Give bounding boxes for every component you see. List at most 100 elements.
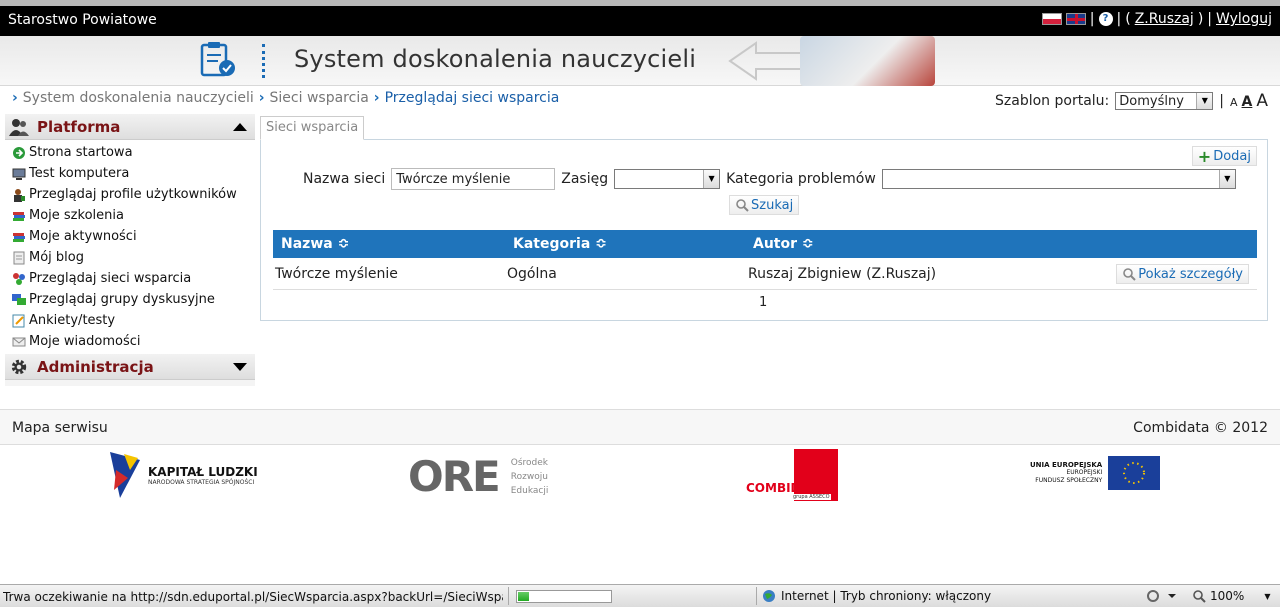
sidebar-item-label: Moje aktywności <box>29 229 137 244</box>
separator: | <box>1219 93 1224 109</box>
chevron-right-icon: › <box>373 90 380 106</box>
sidebar: Platforma Strona startowa Test komputera… <box>5 114 255 386</box>
home-icon <box>11 146 26 160</box>
sidebar-item-computer-test[interactable]: Test komputera <box>5 163 255 184</box>
banner: System doskonalenia nauczycieli <box>0 36 1280 86</box>
sidebar-item-label: Test komputera <box>29 166 130 181</box>
separator: | <box>1207 11 1212 27</box>
template-label: Szablon portalu: <box>995 93 1110 109</box>
breadcrumb-item-current: Przeglądaj sieci wsparcia <box>384 90 560 106</box>
pager-page-1[interactable]: 1 <box>759 295 767 310</box>
filters: Nazwa sieci Twórcze myślenie Zasięg ▼ Ka… <box>303 168 1236 190</box>
sidebar-item-messages[interactable]: Moje wiadomości <box>5 331 255 352</box>
show-details-button[interactable]: Pokaż szczegóły <box>1116 264 1249 284</box>
kapital-ludzki-logo: KAPITAŁ LUDZKI NARODOWA STRATEGIA SPÓJNO… <box>108 450 258 500</box>
ore-line-1: Ośrodek <box>510 457 548 468</box>
zoom-level: 100% <box>1210 589 1245 603</box>
user-profile-icon <box>11 188 26 202</box>
banner-title: System doskonalenia nauczycieli <box>294 45 697 73</box>
sort-icon: ≎ <box>595 236 607 252</box>
network-name-input[interactable]: Twórcze myślenie <box>391 168 556 190</box>
breadcrumb-item-networks[interactable]: Sieci wsparcia <box>270 90 369 106</box>
sidebar-item-surveys[interactable]: Ankiety/testy <box>5 310 255 331</box>
progress-fill <box>518 592 529 601</box>
arrow-left-icon <box>728 41 806 81</box>
table-header: Nazwa ≎ Kategoria ≎ Autor ≎ <box>273 230 1257 258</box>
logout-link[interactable]: Wyloguj <box>1216 11 1272 27</box>
font-size-small[interactable]: A <box>1230 96 1238 109</box>
protected-mode-icon[interactable] <box>1144 588 1178 607</box>
zoom-control[interactable]: 100% ▼ <box>1192 589 1270 603</box>
search-button[interactable]: Szukaj <box>729 195 800 215</box>
expand-down-icon[interactable] <box>233 363 247 371</box>
column-header-name[interactable]: Nazwa ≎ <box>281 236 349 252</box>
polish-flag-icon[interactable] <box>1041 13 1062 25</box>
column-header-author[interactable]: Autor ≎ <box>753 236 814 252</box>
tab-support-networks[interactable]: Sieci wsparcia <box>260 116 365 140</box>
sidebar-admin-title: Administracja <box>37 357 154 376</box>
globe-icon <box>763 590 775 602</box>
column-header-category[interactable]: Kategoria ≎ <box>513 236 607 252</box>
template-selected: Domyślny <box>1119 93 1184 109</box>
ore-logo-text: ORE <box>408 452 501 501</box>
breadcrumb-item-home[interactable]: System doskonalenia nauczycieli <box>23 90 254 106</box>
cell-category: Ogólna <box>507 266 557 282</box>
sidebar-item-home[interactable]: Strona startowa <box>5 142 255 163</box>
template-select[interactable]: Domyślny ▼ <box>1115 92 1214 110</box>
sidebar-platform-list: Strona startowa Test komputera Przegląda… <box>5 140 255 354</box>
separator: | <box>1089 11 1095 27</box>
combidata-text: COMBIDATA <box>746 481 826 495</box>
eu-logo: UNIA EUROPEJSKA EUROPEJSKI FUNDUSZ SPOŁE… <box>1030 456 1161 490</box>
blog-icon <box>11 251 26 265</box>
ore-logo: ORE Ośrodek Rozwoju Edukacji <box>408 452 548 501</box>
ore-line-3: Edukacji <box>510 485 549 496</box>
cell-author: Ruszaj Zbigniew (Z.Ruszaj) <box>748 266 937 282</box>
books-icon <box>11 209 26 223</box>
clipboard-logo-icon <box>200 42 235 77</box>
gear-icon <box>11 359 27 374</box>
english-flag-icon[interactable] <box>1065 13 1086 25</box>
main-panel: + Dodaj Nazwa sieci Twórcze myślenie Zas… <box>260 139 1268 321</box>
sidebar-item-activities[interactable]: Moje aktywności <box>5 226 255 247</box>
sidebar-item-support-networks[interactable]: Przeglądaj sieci wsparcia <box>5 268 255 289</box>
sitemap-link[interactable]: Mapa serwisu <box>12 420 108 436</box>
top-bar-right: | ? | ( Z.Ruszaj ) | Wyloguj <box>1041 11 1272 27</box>
user-profile-link[interactable]: Z.Ruszaj <box>1135 11 1194 27</box>
security-zone[interactable]: Internet | Tryb chroniony: włączony <box>762 589 991 603</box>
sidebar-item-label: Strona startowa <box>29 145 133 160</box>
eu-flag-icon <box>1108 456 1161 490</box>
security-zone-label: Internet | Tryb chroniony: włączony <box>781 589 992 603</box>
collapse-up-icon[interactable] <box>233 123 247 131</box>
help-icon[interactable]: ? <box>1098 12 1113 26</box>
sidebar-item-label: Przeglądaj sieci wsparcia <box>29 271 192 286</box>
sidebar-item-discussion-groups[interactable]: Przeglądaj grupy dyskusyjne <box>5 289 255 310</box>
copyright: Combidata © 2012 <box>1133 420 1268 436</box>
scope-select[interactable]: ▼ <box>614 169 721 189</box>
plus-icon: + <box>1197 146 1212 166</box>
browser-status-bar: Trwa oczekiwanie na http://sdn.eduportal… <box>0 584 1280 607</box>
status-separator <box>508 587 509 605</box>
org-name: Starostwo Powiatowe <box>8 12 157 28</box>
sidebar-item-trainings[interactable]: Moje szkolenia <box>5 205 255 226</box>
font-size-medium[interactable]: A <box>1242 94 1253 110</box>
eu-line-3: FUNDUSZ SPOŁECZNY <box>1035 477 1103 484</box>
font-size-large[interactable]: A <box>1256 91 1268 111</box>
sidebar-item-blog[interactable]: Mój blog <box>5 247 255 268</box>
scope-label: Zasięg <box>561 171 609 187</box>
sort-icon: ≎ <box>801 236 814 252</box>
breadcrumb: › System doskonalenia nauczycieli › Siec… <box>12 90 559 106</box>
combidata-subtitle: grupa ASSECO <box>792 494 831 500</box>
add-button[interactable]: + Dodaj <box>1191 146 1257 166</box>
sidebar-platform-title: Platforma <box>37 117 121 136</box>
add-button-label: Dodaj <box>1213 148 1251 164</box>
sidebar-platform-header[interactable]: Platforma <box>5 114 255 140</box>
sidebar-item-user-profiles[interactable]: Przeglądaj profile użytkowników <box>5 184 255 205</box>
sidebar-admin-header[interactable]: Administracja <box>5 354 255 380</box>
loading-progress-bar <box>516 590 612 603</box>
status-message: Trwa oczekiwanie na http://sdn.eduportal… <box>3 590 503 604</box>
kapital-ludzki-subtitle: NARODOWA STRATEGIA SPÓJNOŚCI <box>148 478 255 486</box>
computer-icon <box>11 167 26 181</box>
chevron-down-icon: ▼ <box>1196 93 1213 109</box>
category-select[interactable]: ▼ <box>881 169 1236 189</box>
status-separator <box>756 587 757 605</box>
